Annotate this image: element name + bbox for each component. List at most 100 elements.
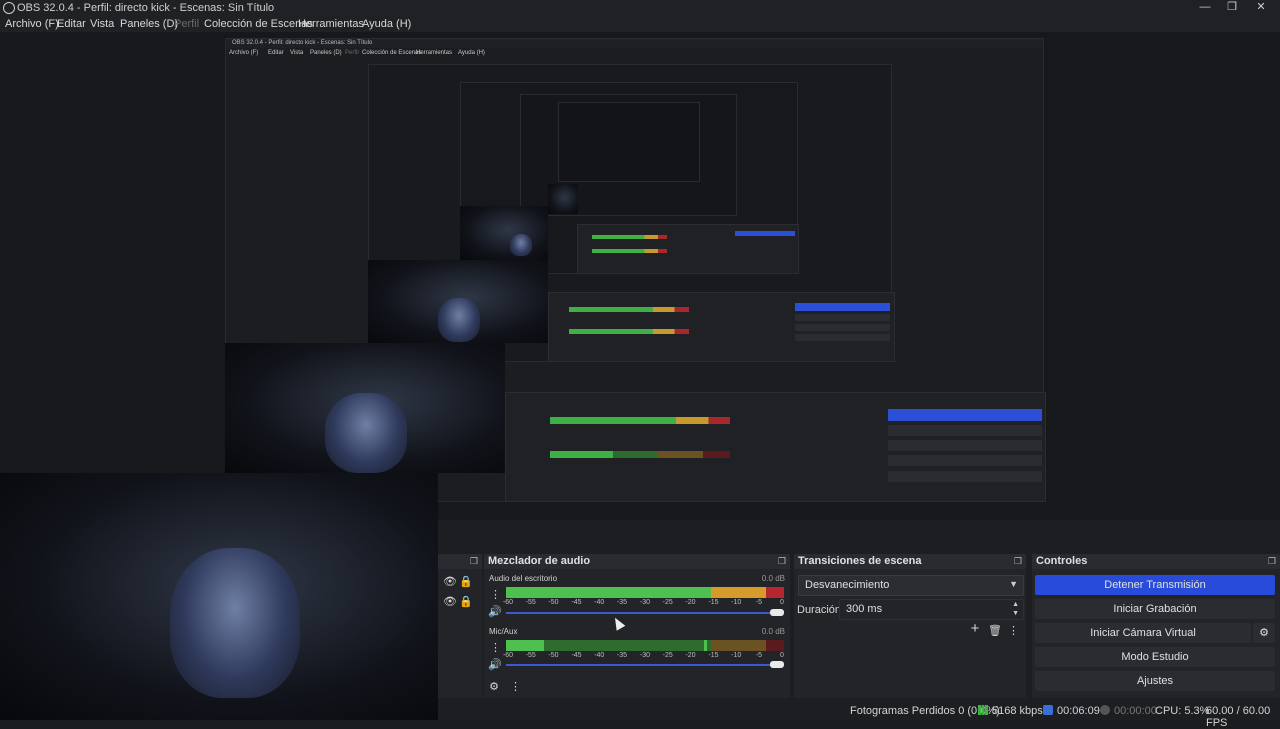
cpu-usage: CPU: 5.3% xyxy=(1155,705,1210,717)
controls-header: Controles ❐ xyxy=(1032,554,1280,569)
nested-menu-item: Paneles (D) xyxy=(310,50,342,56)
menu-coleccion-escenas[interactable]: Colección de Escenas xyxy=(204,17,313,31)
start-virtual-camera-button[interactable]: Iniciar Cámara Virtual xyxy=(1035,623,1251,643)
spinner-icon[interactable]: ▲ ▼ xyxy=(1012,600,1019,618)
duration-input[interactable]: 300 ms ▲ ▼ xyxy=(839,599,1024,620)
speaker-icon[interactable]: 🔊 xyxy=(488,659,502,671)
audio-mixer-title: Mezclador de audio xyxy=(488,555,591,567)
eye-icon[interactable]: 👁 xyxy=(443,576,457,588)
person-face xyxy=(325,393,407,473)
nested-meter xyxy=(550,417,730,424)
nested-menu-item: Vista xyxy=(290,50,304,56)
float-icon[interactable]: ❐ xyxy=(1268,556,1276,567)
float-icon[interactable]: ❐ xyxy=(1014,556,1022,567)
menu-editar[interactable]: Editar xyxy=(57,17,86,31)
sources-dock-edge: ❐ 👁 🔒 👁 🔒 xyxy=(438,554,482,698)
maximize-button[interactable]: ❐ xyxy=(1217,0,1247,16)
sources-dock-header: ❐ xyxy=(438,554,482,569)
duration-value: 300 ms xyxy=(846,603,883,615)
nested-button xyxy=(888,440,1042,451)
stop-streaming-button[interactable]: Detener Transmisión xyxy=(1035,575,1275,595)
nested-obs-window-5 xyxy=(558,102,700,182)
channel-name: Audio del escritorio xyxy=(489,574,558,583)
nested-menu-item: Herramientas xyxy=(416,50,453,56)
lock-icon[interactable]: 🔒 xyxy=(459,576,473,588)
nested-menu-item: Perfil xyxy=(345,50,359,56)
nested-title-bar: OBS 32.0.4 - Perfil: directo kick - Esce… xyxy=(226,39,1043,48)
transitions-title: Transiciones de escena xyxy=(798,555,922,567)
nested-meter xyxy=(592,249,667,253)
nested-button xyxy=(795,314,890,321)
channel-db: 0.0 dB xyxy=(761,574,785,583)
webcam-feed xyxy=(0,473,438,720)
controls-title: Controles xyxy=(1036,555,1088,567)
webcam-feed xyxy=(548,184,578,214)
speaker-icon[interactable]: 🔊 xyxy=(488,606,502,618)
transition-value: Desvanecimiento xyxy=(805,579,890,591)
mixer-menu-icon[interactable]: ⋮ xyxy=(510,681,521,693)
eye-icon[interactable]: 👁 xyxy=(443,596,457,608)
transition-menu-icon[interactable]: ⋮ xyxy=(1008,625,1019,637)
fps: 60.00 / 60.00 FPS xyxy=(1206,705,1271,729)
nested-button xyxy=(795,324,890,331)
float-icon[interactable]: ❐ xyxy=(778,556,786,567)
menu-herramientas[interactable]: Herramientas xyxy=(298,17,364,31)
nested-stream-button xyxy=(795,303,890,311)
menu-paneles[interactable]: Paneles (D) xyxy=(120,17,178,31)
webcam-feed xyxy=(460,206,548,260)
channel-name: Mic/Aux xyxy=(489,627,518,636)
webcam-feed xyxy=(368,260,548,343)
chevron-down-icon: ▼ xyxy=(1009,579,1018,589)
nested-menu-item: Editar xyxy=(268,50,284,56)
advanced-audio-icon[interactable]: ⚙ xyxy=(487,681,501,693)
nested-meter xyxy=(592,235,667,239)
obs-logo-icon xyxy=(3,2,15,14)
bitrate: 5168 kbps xyxy=(992,705,1043,717)
gear-icon[interactable]: ⚙ xyxy=(1253,623,1275,643)
transitions-dock: Transiciones de escena ❐ Desvanecimiento… xyxy=(794,554,1026,698)
lock-icon[interactable]: 🔒 xyxy=(459,596,473,608)
nested-menu: Archivo (F) Editar Vista Paneles (D) Per… xyxy=(226,48,1043,58)
volume-slider-thumb[interactable] xyxy=(770,661,784,668)
nested-meter xyxy=(550,451,730,458)
nested-meter xyxy=(569,329,689,334)
nested-meter xyxy=(569,307,689,312)
transition-select[interactable]: Desvanecimiento ▼ xyxy=(798,575,1024,596)
stream-icon xyxy=(1043,705,1053,715)
nested-button xyxy=(795,334,890,341)
person-face xyxy=(510,234,532,256)
volume-slider[interactable] xyxy=(506,664,776,666)
studio-mode-button[interactable]: Modo Estudio xyxy=(1035,647,1275,667)
menu-ayuda[interactable]: Ayuda (H) xyxy=(362,17,411,31)
trash-icon[interactable]: 🗑 xyxy=(988,625,1002,637)
menu-archivo[interactable]: Archivo (F) xyxy=(5,17,59,31)
settings-button[interactable]: Ajustes xyxy=(1035,671,1275,691)
nested-stream-button xyxy=(735,231,795,236)
menu-bar: Archivo (F) Editar Vista Paneles (D) Per… xyxy=(0,16,1280,32)
float-icon[interactable]: ❐ xyxy=(470,556,478,567)
meter-scale: -60 -55 -50 -45 -40 -35 -30 -25 -20 -15 -10 -5 0 xyxy=(502,599,784,606)
title-bar: OBS 32.0.4 - Perfil: directo kick - Esce… xyxy=(0,0,1280,16)
record-icon xyxy=(1100,705,1110,715)
close-button[interactable]: ✕ xyxy=(1246,0,1276,16)
start-recording-button[interactable]: Iniciar Grabación xyxy=(1035,599,1275,619)
volume-slider[interactable] xyxy=(506,612,776,614)
nested-title: OBS 32.0.4 - Perfil: directo kick - Esce… xyxy=(232,40,373,46)
minimize-button[interactable]: — xyxy=(1190,0,1220,16)
nested-menu-item: Ayuda (H) xyxy=(458,50,485,56)
volume-slider-thumb[interactable] xyxy=(770,609,784,616)
nested-docks xyxy=(548,292,895,362)
nested-stream-button xyxy=(888,409,1042,421)
channel-menu-icon[interactable]: ⋮ xyxy=(490,642,501,654)
nested-menu-item: Archivo (F) xyxy=(229,50,259,56)
signal-icon xyxy=(978,705,988,715)
meter-scale: -60 -55 -50 -45 -40 -35 -30 -25 -20 -15 -10 -5 0 xyxy=(502,652,784,659)
nested-docks-large xyxy=(505,392,1046,502)
menu-vista[interactable]: Vista xyxy=(90,17,114,31)
channel-menu-icon[interactable]: ⋮ xyxy=(490,589,501,601)
audio-mixer-dock: Mezclador de audio ❐ Audio del escritori… xyxy=(484,554,790,698)
menu-perfil[interactable]: Perfil xyxy=(174,17,199,31)
nested-docks-2 xyxy=(577,224,799,274)
transitions-header: Transiciones de escena ❐ xyxy=(794,554,1026,569)
add-transition-button[interactable]: + xyxy=(968,621,982,636)
